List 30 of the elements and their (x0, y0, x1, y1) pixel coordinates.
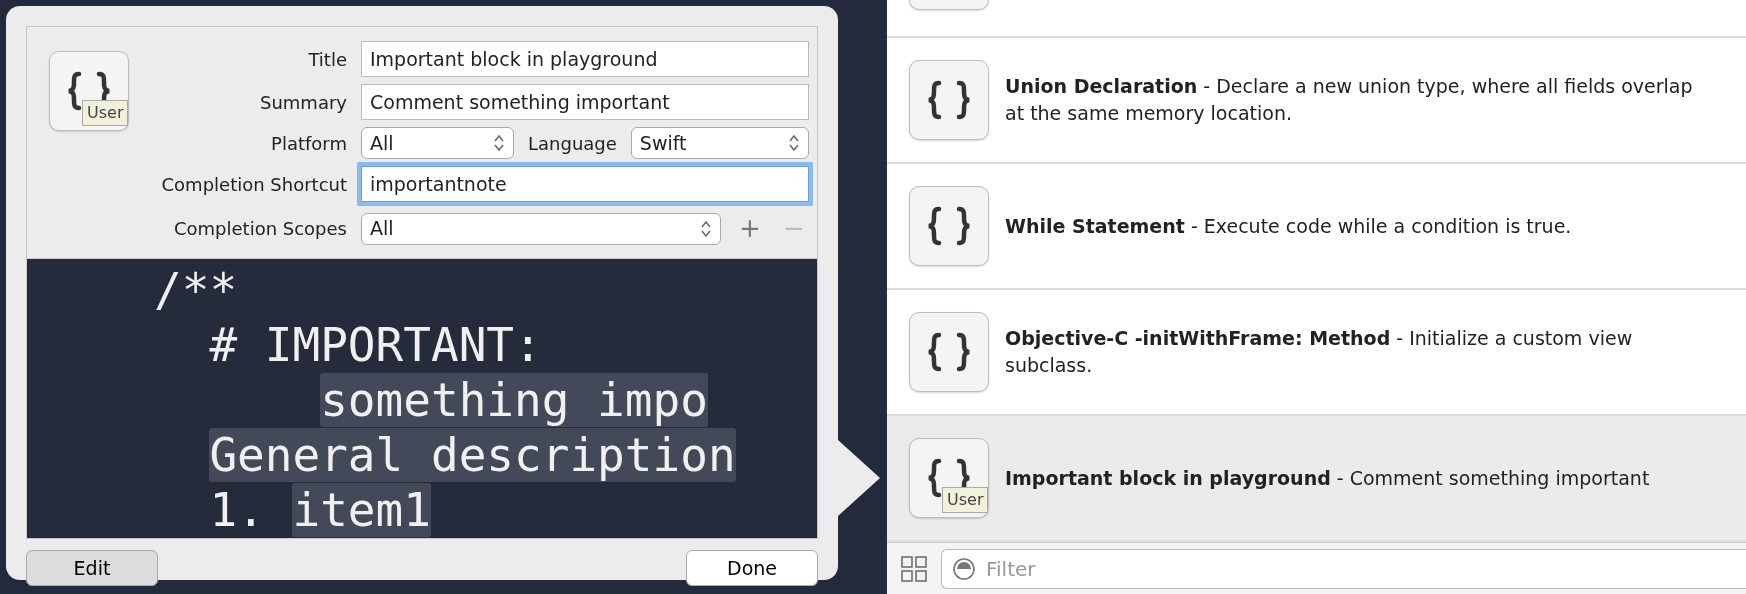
snippet-row[interactable]: Union Declaration - Declare a new union type, where all fields overlap at the same memory location. (887, 38, 1746, 164)
dialog-button[interactable]: Done (686, 550, 818, 586)
code-text: 1. (209, 483, 266, 537)
snippet-description: Union Declaration - Declare a new union type, where all fields overlap at the same memory location. (1005, 74, 1694, 126)
field-label: Title (307, 47, 347, 72)
platform-select[interactable]: All (361, 127, 514, 159)
field-label: Summary (259, 90, 347, 115)
user-badge: User (82, 100, 129, 126)
code-text: # IMPORTANT: (209, 318, 542, 372)
text-field[interactable]: Important block in playground (361, 41, 809, 77)
snippet-description: While Statement - Execute code while a condition is true. (1005, 213, 1573, 239)
field-label: Platform (270, 131, 347, 156)
add-button[interactable]: + (735, 209, 765, 248)
snippet-row[interactable]: While Statement - Execute code while a condition is true. (887, 164, 1746, 290)
field-label: Completion Shortcut (160, 172, 347, 197)
user-badge: User (942, 487, 989, 513)
snippet-description: Important block in playground - Comment something important (1005, 465, 1651, 491)
text-field[interactable]: Comment something important (361, 84, 809, 120)
dialog-button[interactable]: Edit (26, 550, 158, 586)
code-text: something impo (320, 373, 708, 427)
snippet-description: Objective-C -initWithFrame: Method - Initialize a custom view subclass. (1005, 326, 1634, 378)
language-select[interactable]: Swift (630, 127, 809, 159)
field-label: Completion Scopes (172, 217, 347, 241)
code-text: General description (209, 428, 736, 482)
code-text: /** (154, 263, 238, 317)
filter-field[interactable]: Filter (941, 548, 1746, 589)
code-text: item1 (292, 483, 431, 537)
field-label: Language (528, 131, 617, 156)
scope-select[interactable]: All (361, 212, 721, 245)
snippet-row[interactable]: User Important block in playground - Comment something important (887, 416, 1746, 542)
